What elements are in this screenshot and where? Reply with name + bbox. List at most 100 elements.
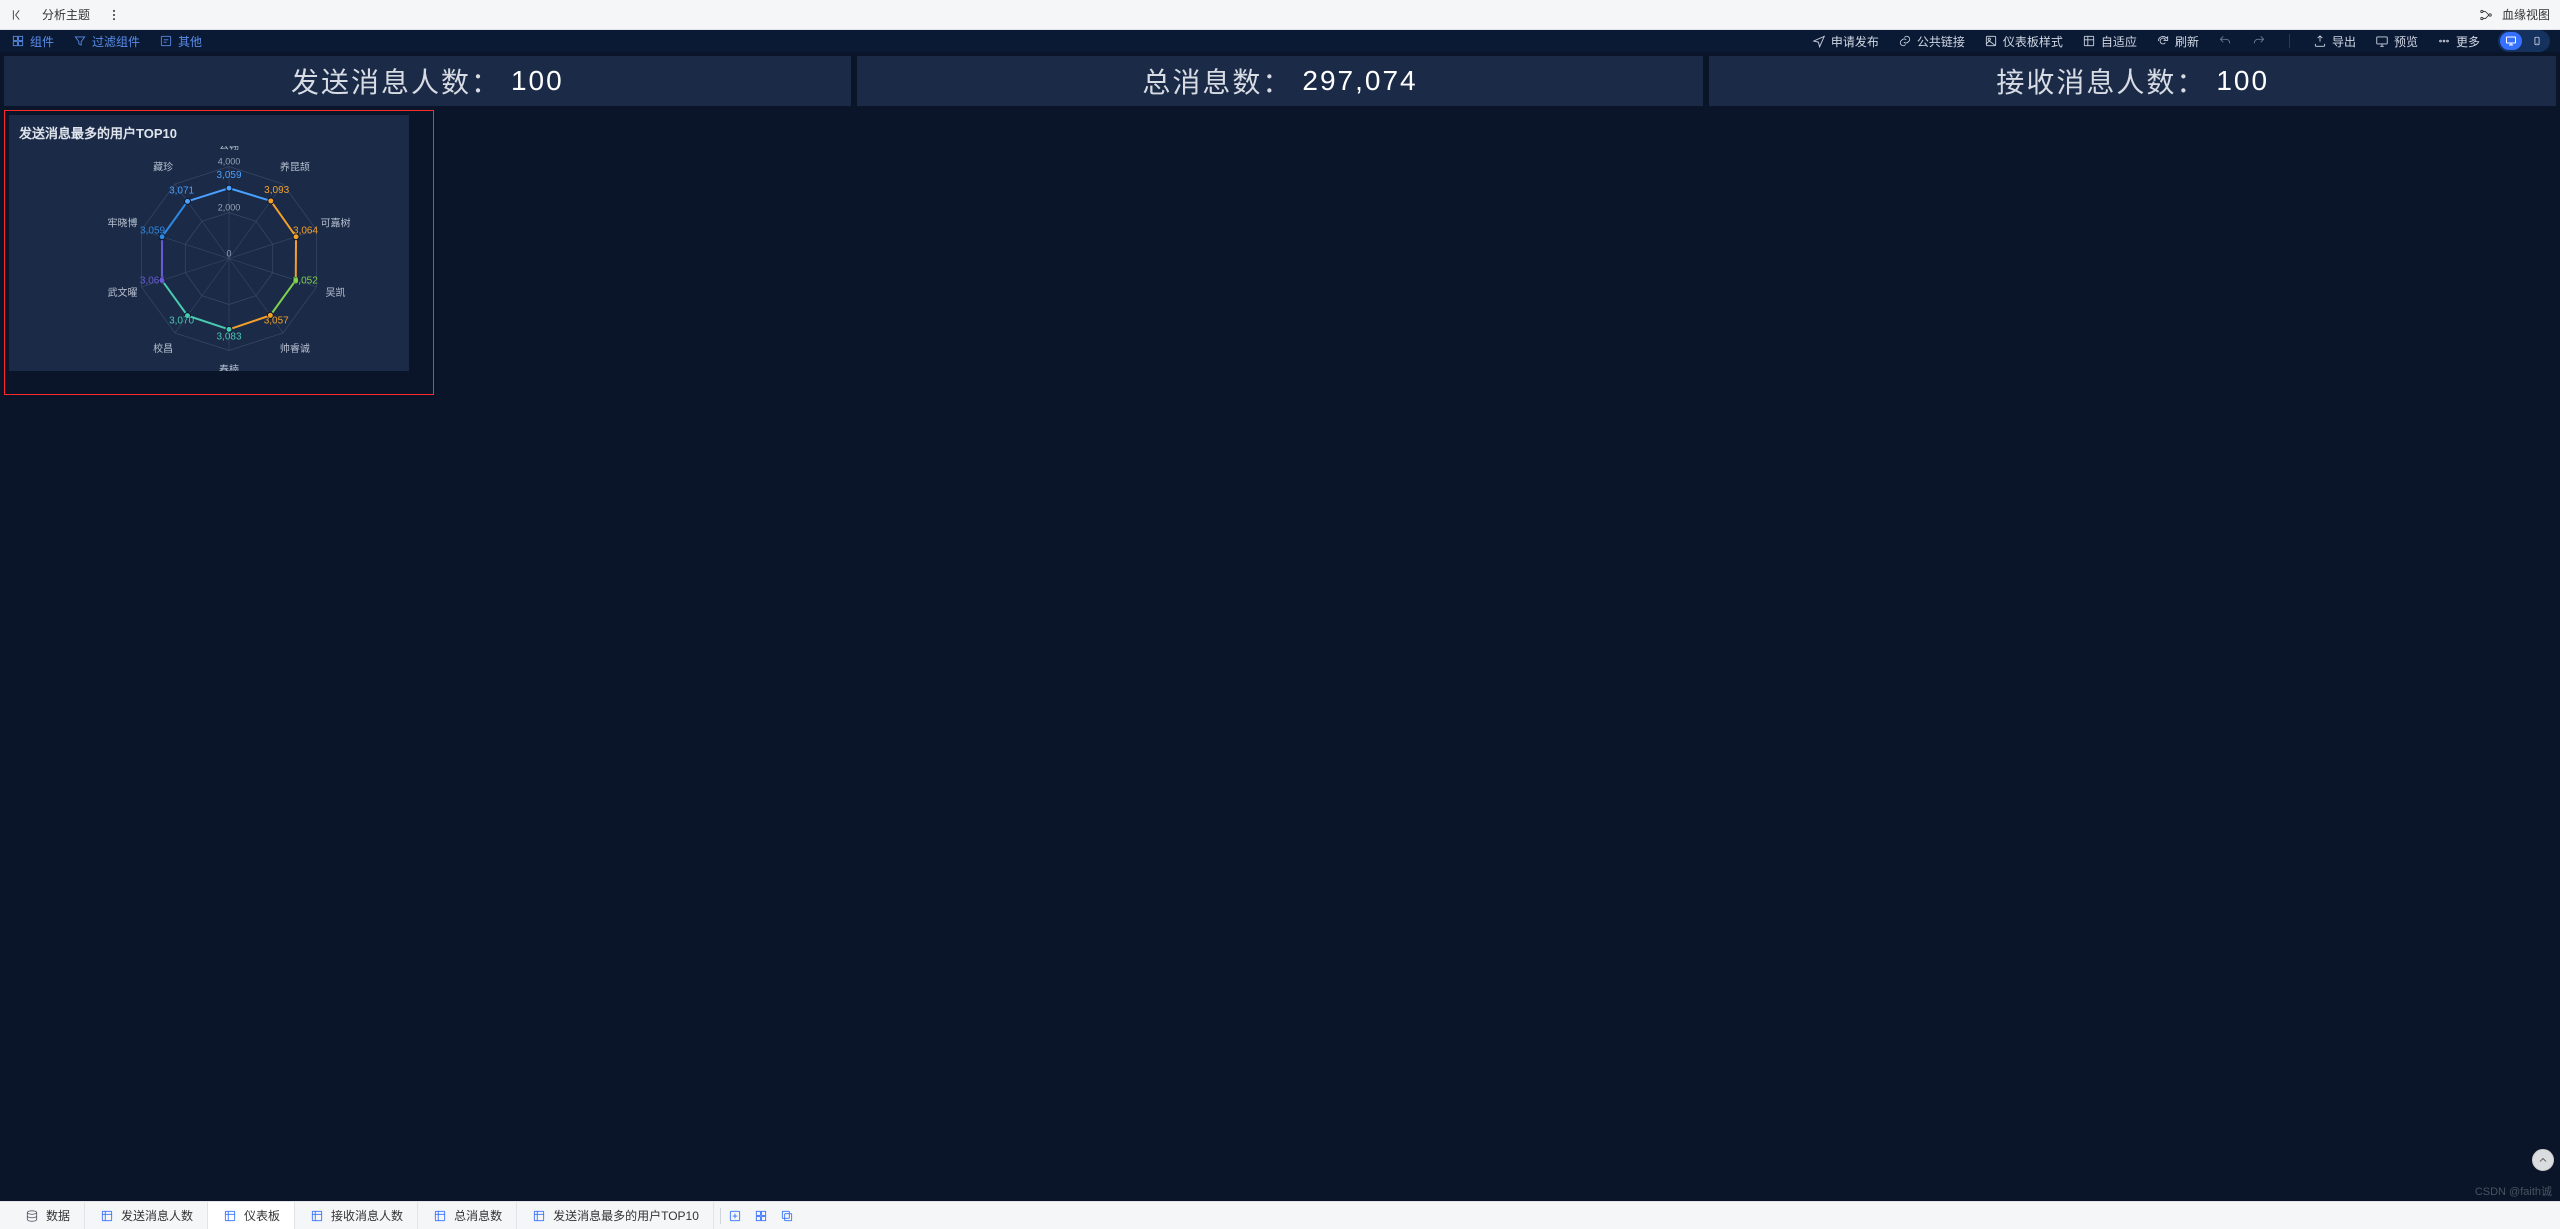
toolbar-item-label: 过滤组件 xyxy=(92,33,140,50)
toolbar-style[interactable]: 仪表板样式 xyxy=(1983,33,2063,50)
app-title: 分析主题 xyxy=(42,6,90,23)
back-icon[interactable] xyxy=(10,7,26,23)
appbar: 分析主题 血缘视图 xyxy=(0,0,2560,30)
bottom-tab[interactable]: 数据 xyxy=(10,1202,85,1229)
data-icon xyxy=(24,1208,40,1224)
kpi-value: 100 xyxy=(511,65,564,97)
kpi-label: 总消息数： xyxy=(1142,61,1292,101)
kpi-send-users[interactable]: 发送消息人数： 100 xyxy=(4,56,851,106)
kpi-value: 100 xyxy=(2216,65,2269,97)
watermark: CSDN @faith诚 xyxy=(2475,1183,2552,1199)
toolbar-item-label: 预览 xyxy=(2394,33,2418,50)
bottom-tab-label: 发送消息最多的用户TOP10 xyxy=(553,1207,699,1224)
svg-text:吴凯: 吴凯 xyxy=(326,286,346,299)
svg-text:藏珍: 藏珍 xyxy=(153,162,173,174)
toolbar-item-label: 申请发布 xyxy=(1831,33,1879,50)
toolbar-send[interactable]: 申请发布 xyxy=(1811,33,1879,50)
toolbar-other[interactable]: 其他 xyxy=(158,33,202,50)
toolbar-export[interactable]: 导出 xyxy=(2312,33,2356,50)
selected-widget-border: 发送消息最多的用户TOP10 0 2,000 4,000 3,059 3,093 3,06… xyxy=(4,110,434,395)
toolbar-item-label: 仪表板样式 xyxy=(2003,33,2063,50)
bottom-tab[interactable]: 发送消息人数 xyxy=(85,1202,208,1229)
svg-text:4,000: 4,000 xyxy=(218,157,241,167)
radar-chart-panel[interactable]: 发送消息最多的用户TOP10 0 2,000 4,000 3,059 3,093 3,06… xyxy=(9,115,409,371)
svg-text:春楠: 春楠 xyxy=(219,363,239,371)
redo-icon[interactable] xyxy=(2251,33,2267,49)
svg-text:牢晓博: 牢晓博 xyxy=(107,217,137,230)
toolbar-item-label: 其他 xyxy=(178,33,202,50)
device-toggle xyxy=(2498,30,2550,52)
device-mobile[interactable] xyxy=(2526,32,2548,50)
scroll-top-button[interactable] xyxy=(2532,1149,2554,1171)
svg-text:3,059: 3,059 xyxy=(140,226,165,237)
bottom-tab[interactable]: 总消息数 xyxy=(418,1202,517,1229)
chart-title: 发送消息最多的用户TOP10 xyxy=(19,123,399,142)
preview-icon xyxy=(2374,33,2390,49)
svg-text:3,093: 3,093 xyxy=(264,185,289,196)
sheet-icon xyxy=(432,1208,448,1224)
add-sheet-icon[interactable] xyxy=(727,1208,743,1224)
refresh-icon xyxy=(2155,33,2171,49)
lineage-label[interactable]: 血缘视图 xyxy=(2502,6,2550,23)
toolbar-preview[interactable]: 预览 xyxy=(2374,33,2418,50)
bottom-tab-label: 仪表板 xyxy=(244,1207,280,1224)
toolbar-item-label: 公共链接 xyxy=(1917,33,1965,50)
adapt-icon xyxy=(2081,33,2097,49)
bottom-tab[interactable]: 接收消息人数 xyxy=(295,1202,418,1229)
bottombar: 数据 发送消息人数 仪表板 接收消息人数 总消息数 发送消息最多的用户TOP10 xyxy=(0,1201,2560,1229)
sheet-icon xyxy=(531,1208,547,1224)
svg-text:3,071: 3,071 xyxy=(169,185,194,196)
svg-text:帅睿诚: 帅睿诚 xyxy=(280,342,310,355)
svg-text:3,066: 3,066 xyxy=(140,275,165,286)
bottom-tab-label: 数据 xyxy=(46,1207,70,1224)
other-icon xyxy=(158,33,174,49)
divider xyxy=(2289,34,2290,48)
kpi-row: 发送消息人数： 100 总消息数： 297,074 接收消息人数： 100 xyxy=(4,56,2556,106)
sheet-icon xyxy=(99,1208,115,1224)
bottom-tab-label: 发送消息人数 xyxy=(121,1207,193,1224)
sheet-icon xyxy=(309,1208,325,1224)
components-icon xyxy=(10,33,26,49)
kpi-recv-users[interactable]: 接收消息人数： 100 xyxy=(1709,56,2556,106)
send-icon xyxy=(1811,33,1827,49)
svg-text:3,064: 3,064 xyxy=(293,226,318,237)
toolbar-adapt[interactable]: 自适应 xyxy=(2081,33,2137,50)
toolbar-filter[interactable]: 过滤组件 xyxy=(72,33,140,50)
more-vertical-icon[interactable] xyxy=(106,7,122,23)
svg-text:武文曜: 武文曜 xyxy=(107,286,137,299)
toolbar-refresh[interactable]: 刷新 xyxy=(2155,33,2199,50)
kpi-total-msgs[interactable]: 总消息数： 297,074 xyxy=(857,56,1704,106)
toolbar-item-label: 组件 xyxy=(30,33,54,50)
svg-text:3,052: 3,052 xyxy=(293,275,318,286)
copy-sheet-icon[interactable] xyxy=(779,1208,795,1224)
more-icon xyxy=(2436,33,2452,49)
filter-icon xyxy=(72,33,88,49)
toolbar-more[interactable]: 更多 xyxy=(2436,33,2480,50)
bottom-tab-label: 接收消息人数 xyxy=(331,1207,403,1224)
lineage-icon[interactable] xyxy=(2478,7,2494,23)
svg-text:0: 0 xyxy=(226,249,231,259)
radar-chart: 02,0004,0003,0593,0933,0643,0523,0573,08… xyxy=(19,146,399,371)
device-desktop[interactable] xyxy=(2500,32,2522,50)
toolbar-item-label: 自适应 xyxy=(2101,33,2137,50)
sheet-icon xyxy=(222,1208,238,1224)
toolbar-item-label: 导出 xyxy=(2332,33,2356,50)
svg-text:3,083: 3,083 xyxy=(216,331,241,342)
svg-text:2,000: 2,000 xyxy=(218,203,241,213)
toolbar-components[interactable]: 组件 xyxy=(10,33,54,50)
toolbar: 组件 过滤组件 其他 申请发布 公共链接 仪表板样式 自适应 刷新 导出 预览 更多 xyxy=(0,30,2560,52)
svg-text:校昌: 校昌 xyxy=(153,342,173,355)
bottom-tab-label: 总消息数 xyxy=(454,1207,502,1224)
link-icon xyxy=(1897,33,1913,49)
svg-text:3,070: 3,070 xyxy=(169,316,194,327)
svg-text:养昆颉: 养昆颉 xyxy=(280,161,310,174)
bottom-tab[interactable]: 仪表板 xyxy=(208,1202,295,1229)
undo-icon[interactable] xyxy=(2217,33,2233,49)
bottom-tab[interactable]: 发送消息最多的用户TOP10 xyxy=(517,1202,714,1229)
toolbar-link[interactable]: 公共链接 xyxy=(1897,33,1965,50)
dashboard-canvas: 发送消息人数： 100 总消息数： 297,074 接收消息人数： 100 发送… xyxy=(0,52,2560,1201)
divider xyxy=(720,1208,721,1224)
style-icon xyxy=(1983,33,1999,49)
svg-text:公翱: 公翱 xyxy=(219,146,239,152)
grid-icon[interactable] xyxy=(753,1208,769,1224)
